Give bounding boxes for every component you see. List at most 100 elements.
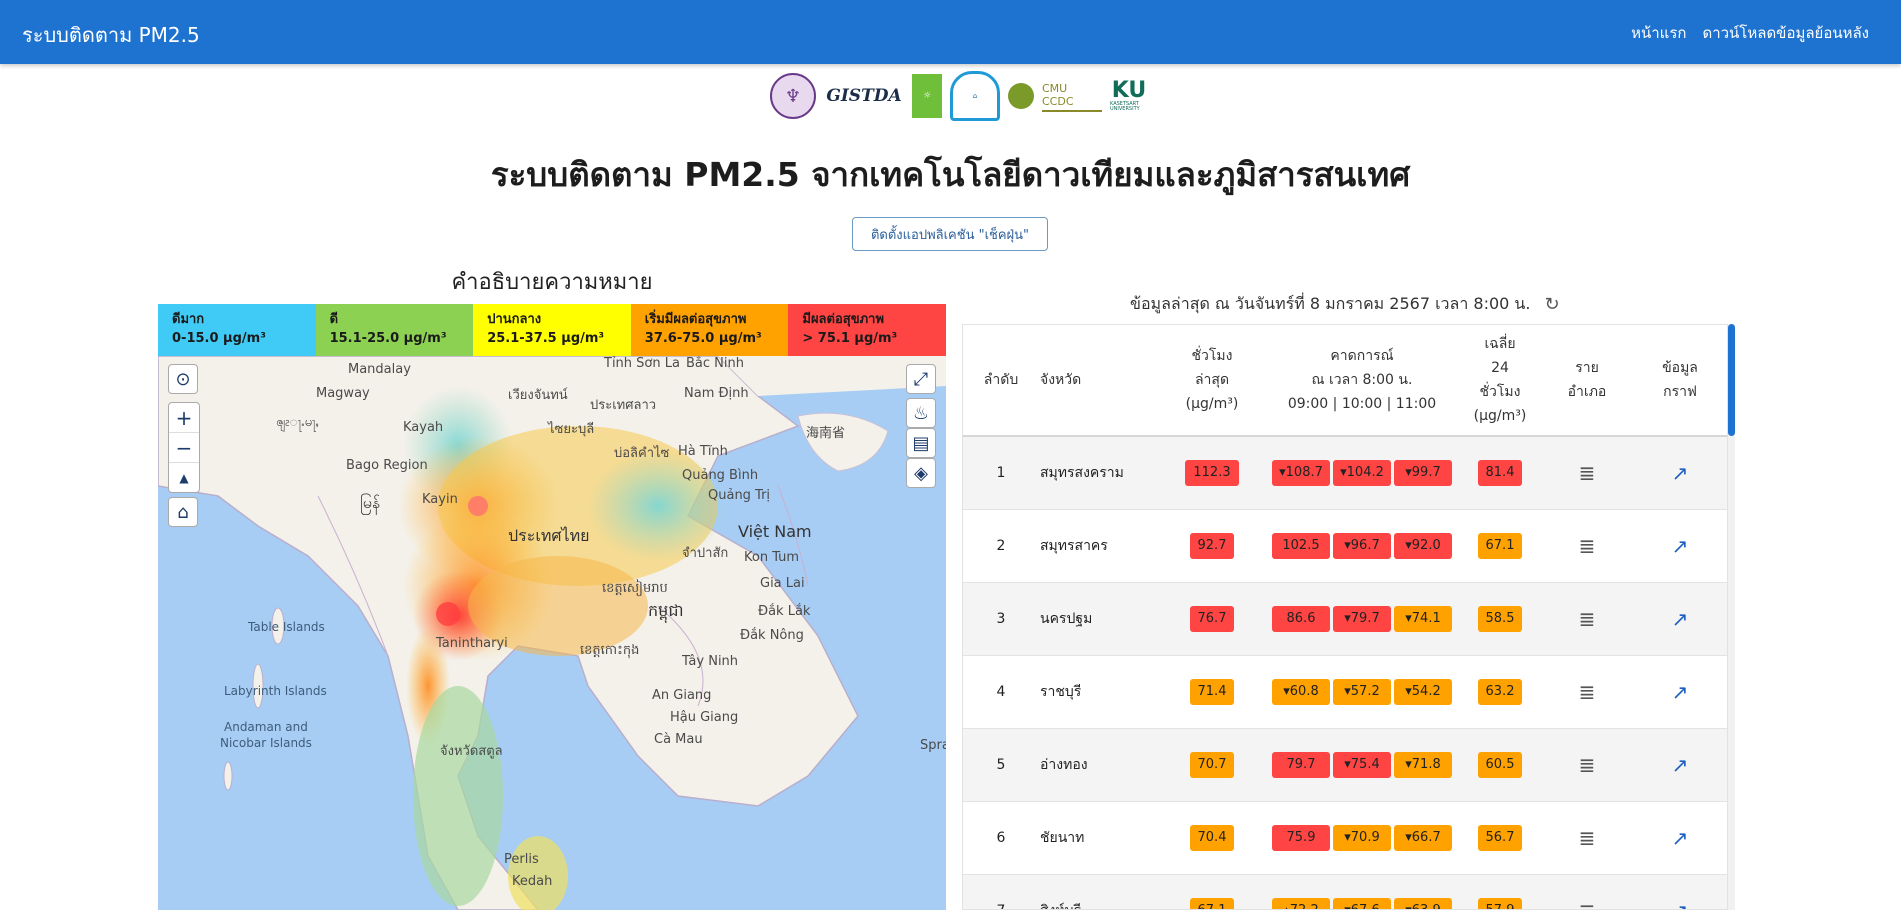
chart-icon[interactable]: ↗ [1672, 753, 1689, 777]
chart-icon[interactable]: ↗ [1672, 899, 1689, 909]
ku-logo-subtext: KASETSART UNIVERSITY [1110, 101, 1140, 112]
map-label: Quảng Trị [708, 488, 771, 503]
average-cell: 57.9 [1457, 874, 1543, 909]
zoom-out-button[interactable]: − [169, 433, 199, 463]
legend-label: ปานกลาง [487, 312, 542, 327]
chart-icon[interactable]: ↗ [1672, 826, 1689, 850]
header-forecast[interactable]: คาดการณ์ ณ เวลา 8:00 น. 09:00 | 10:00 | … [1267, 325, 1457, 437]
rank-cell: 7 [963, 874, 1039, 909]
compass-button[interactable]: ▲ [169, 463, 199, 492]
forecast-0900-badge: 102.5 [1272, 533, 1330, 559]
table-body: 1 สมุทรสงคราม 112.3 ▾108.7 ▾104.2 ▾99.7 81.4 ≣ ↗… [963, 436, 1727, 909]
zoom-in-button[interactable]: + [169, 403, 199, 433]
latest-value-badge: 112.3 [1185, 460, 1239, 486]
install-app-button[interactable]: ติดตั้งแอปพลิเคชัน "เช็คฝุ่น" [852, 217, 1048, 251]
nav-home-link[interactable]: หน้าแรก [1631, 21, 1686, 45]
average-value-badge: 60.5 [1477, 752, 1523, 778]
latest-cell: 70.7 [1157, 728, 1267, 802]
list-icon[interactable]: ≣ [1579, 461, 1596, 485]
forecast-0900-badge: ▴72.2 [1272, 898, 1330, 909]
province-cell: อ่างทอง [1039, 728, 1157, 802]
map-label: ខេត្តកោះកុង [580, 643, 640, 658]
chart-icon[interactable]: ↗ [1672, 534, 1689, 558]
header-rank[interactable]: ลำดับ [963, 325, 1039, 437]
pm25-map[interactable]: Mandalay Magway ၛၩႃႉမႃႇ Kayah Bago Regio… [158, 356, 946, 910]
list-icon[interactable]: ≣ [1579, 680, 1596, 704]
latest-value-badge: 92.7 [1189, 533, 1235, 559]
list-icon[interactable]: ≣ [1579, 607, 1596, 631]
table-row[interactable]: 5 อ่างทอง 70.7 79.7 ▾75.4 ▾71.8 60.5 ≣ ↗ [963, 728, 1727, 802]
layers-button[interactable]: ◈ [906, 458, 936, 488]
map-label: Hà Tĩnh [678, 444, 728, 459]
header-line: ล่าสุด [1194, 372, 1230, 388]
refresh-icon[interactable]: ↻ [1544, 294, 1559, 315]
list-icon[interactable]: ≣ [1579, 826, 1596, 850]
district-cell: ≣ [1543, 728, 1631, 802]
header-line: 24 [1491, 360, 1509, 376]
header-line: 09:00 | 10:00 | 11:00 [1287, 396, 1437, 412]
average-cell: 56.7 [1457, 801, 1543, 875]
map-label: จำปาสัก [682, 546, 729, 561]
home-button[interactable]: ⌂ [168, 497, 198, 527]
forecast-0900-badge: 86.6 [1272, 606, 1330, 632]
district-cell: ≣ [1543, 655, 1631, 729]
basemap-button[interactable]: ▤ [906, 428, 936, 458]
fullscreen-button[interactable]: ⤢ [906, 364, 936, 394]
average-value-badge: 58.5 [1477, 606, 1523, 632]
forecast-1000-badge: ▾75.4 [1333, 752, 1391, 778]
list-icon[interactable]: ≣ [1579, 534, 1596, 558]
table-row[interactable]: 2 สมุทรสาคร 92.7 102.5 ▾96.7 ▾92.0 67.1 ≣ ↗ [963, 509, 1727, 583]
chart-icon[interactable]: ↗ [1672, 607, 1689, 631]
list-icon[interactable]: ≣ [1579, 753, 1596, 777]
map-label: Magway [316, 386, 370, 401]
forecast-cell: ▾108.7 ▾104.2 ▾99.7 [1267, 436, 1457, 510]
table-row[interactable]: 6 ชัยนาท 70.4 75.9 ▾70.9 ▾66.7 56.7 ≣ ↗ [963, 801, 1727, 875]
zoom-controls: + − ▲ [168, 402, 200, 493]
legend-good: ดี 15.1-25.0 μg/m³ [315, 304, 474, 356]
map-label: ไซยะบุลี [548, 422, 595, 437]
map-label: บ่อลิคำไซ [614, 446, 670, 461]
forecast-0900-badge: ▾108.7 [1272, 460, 1330, 486]
ranking-table: ลำดับ จังหวัด ชั่วโมง ล่าสุด (μg/m³) คาด… [963, 325, 1727, 909]
forecast-0900-badge: 75.9 [1272, 825, 1330, 851]
map-label: Andaman and [224, 720, 308, 734]
hotspot-layer-button[interactable]: ♨ [906, 398, 936, 428]
brand-title[interactable]: ระบบติดตาม PM2.5 [22, 19, 200, 51]
legend-moderate: ปานกลาง 25.1-37.5 μg/m³ [473, 304, 631, 356]
average-value-badge: 56.7 [1477, 825, 1523, 851]
chart-icon[interactable]: ↗ [1672, 461, 1689, 485]
table-row[interactable]: 4 ราชบุรี 71.4 ▾60.8 ▾57.2 ▾54.2 63.2 ≣ ↗ [963, 655, 1727, 729]
header-latest-hour[interactable]: ชั่วโมง ล่าสุด (μg/m³) [1157, 325, 1267, 437]
latest-value-badge: 70.7 [1189, 752, 1235, 778]
table-scrollbar-thumb[interactable] [1728, 324, 1735, 436]
map-label: Perlis [504, 852, 539, 867]
map-label: Kayah [403, 420, 444, 435]
gistda-logo: GISTDA [826, 86, 902, 106]
province-cell: ชัยนาท [1039, 801, 1157, 875]
district-cell: ≣ [1543, 874, 1631, 909]
table-row[interactable]: 7สิงห์บุรี 67.1 ▴72.2▾67.6▾63.9 57.9 ≣ ↗ [963, 874, 1727, 909]
table-row[interactable]: 1 สมุทรสงคราม 112.3 ▾108.7 ▾104.2 ▾99.7 81.4 ≣ ↗ [963, 436, 1727, 510]
header-24h-average[interactable]: เฉลี่ย 24 ชั่วโมง (μg/m³) [1457, 325, 1543, 437]
header-province[interactable]: จังหวัด [1039, 325, 1157, 437]
chart-icon[interactable]: ↗ [1672, 680, 1689, 704]
map-label: Bắc Ninh [686, 356, 744, 371]
compass-icon: ▲ [179, 470, 189, 485]
average-cell: 81.4 [1457, 436, 1543, 510]
list-icon[interactable]: ≣ [1579, 899, 1596, 909]
header-line: (μg/m³) [1473, 408, 1527, 424]
map-label: Bago Region [346, 458, 428, 473]
header-line: ชั่วโมง [1479, 384, 1521, 400]
locate-me-button[interactable]: ⊙ [168, 364, 198, 394]
top-navbar: ระบบติดตาม PM2.5 หน้าแรก ดาวน์โหลดข้อมูล… [0, 0, 1901, 64]
latest-cell: 112.3 [1157, 436, 1267, 510]
forecast-1100-badge: ▾63.9 [1394, 898, 1452, 909]
map-icon: ▤ [912, 432, 930, 454]
ku-logo-text: KU [1111, 78, 1147, 103]
ministry-seal-logo: ♆ [770, 73, 816, 119]
province-cell: สิงห์บุรี [1039, 874, 1157, 909]
header-district: ราย อำเภอ [1543, 325, 1631, 437]
average-value-badge: 57.9 [1477, 898, 1523, 909]
table-row[interactable]: 3 นครปฐม 76.7 86.6 ▾79.7 ▾74.1 58.5 ≣ ↗ [963, 582, 1727, 656]
nav-download-link[interactable]: ดาวน์โหลดข้อมูลย้อนหลัง [1702, 21, 1869, 45]
